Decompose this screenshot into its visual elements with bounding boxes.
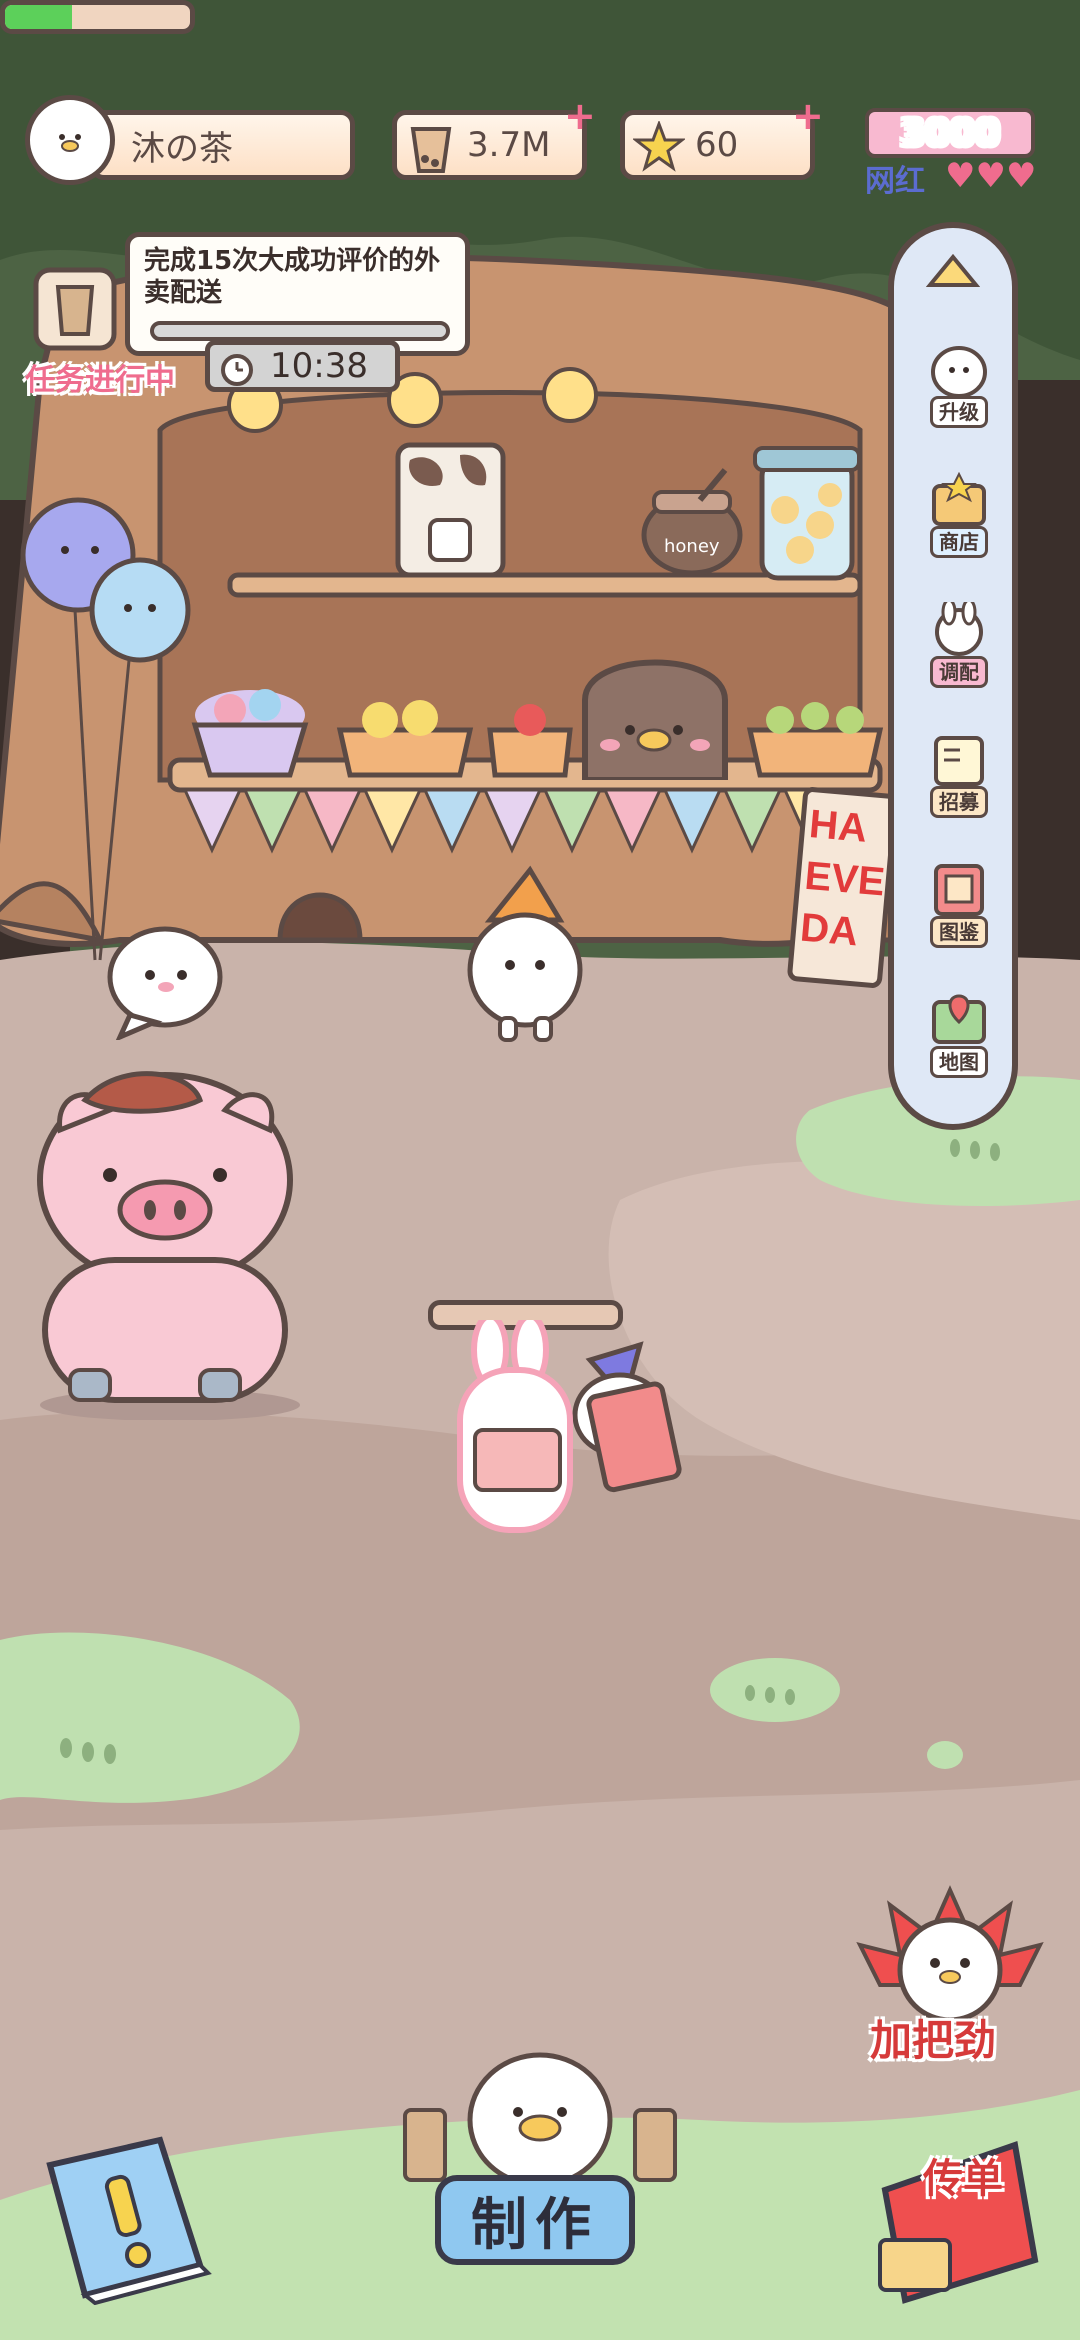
coins-value: 3.7M <box>467 125 551 165</box>
sidebar-item-label: 升级 <box>930 396 988 428</box>
banner-line-1: HA <box>807 801 869 851</box>
cheer-label: 加把劲 <box>870 2016 997 2065</box>
task-cup-icon[interactable] <box>28 262 123 357</box>
honey-label: honey <box>664 536 720 557</box>
bunny-delivery[interactable] <box>440 1320 700 1550</box>
star-icon <box>633 121 685 172</box>
sidebar-item-shop[interactable]: 商店 <box>914 468 1004 558</box>
add-coins-icon[interactable]: + <box>564 97 596 135</box>
map-icon <box>932 994 986 1044</box>
sidebar-item-map[interactable]: 地图 <box>914 988 1004 1078</box>
sidebar-item-label: 调配 <box>930 656 988 688</box>
collapse-up-icon[interactable] <box>926 253 980 289</box>
alarm-clock-icon <box>221 354 253 386</box>
shelf-items: honey <box>395 442 861 581</box>
sidebar-item-upgrade[interactable]: 升级 <box>914 338 1004 428</box>
player-name: 沐の茶 <box>131 128 233 169</box>
carrot-hat-ghost[interactable] <box>455 860 595 1050</box>
ghost-bubble[interactable] <box>100 925 230 1040</box>
flyer-button[interactable]: 传单 <box>865 2130 1045 2310</box>
sidebar-item-mix[interactable]: 调配 <box>914 598 1004 688</box>
side-menu: 升级 商店 调配 招募 图鉴 地图 <box>888 222 1018 1130</box>
flyer-label: 传单 <box>923 2156 1003 2202</box>
sidebar-item-label: 商店 <box>930 526 988 558</box>
task-card[interactable]: 完成15次大成功评价的外卖配送 <box>125 232 470 356</box>
make-label: 制作 <box>471 2192 599 2258</box>
game-scene: honey HA EVE DA 沐の茶 3.7M + 60 + 3000 网红 … <box>0 0 1080 2340</box>
player-name-panel[interactable]: 沐の茶 <box>90 110 355 180</box>
task-timer: 10:38 <box>205 340 400 392</box>
banner-line-2: EVE <box>802 853 887 905</box>
chef-progress-bar <box>0 0 195 34</box>
shop-icon <box>932 472 986 526</box>
guide-book-icon[interactable] <box>40 2135 220 2305</box>
recruit-icon <box>934 736 984 786</box>
duck-avatar-icon <box>46 116 94 164</box>
cheer-button[interactable]: 加把劲 <box>850 1885 1050 2075</box>
heart-icons: ♥♥♥ <box>945 156 1037 196</box>
promo-bottom: 网红 <box>865 164 925 199</box>
make-station-art <box>403 2052 677 2188</box>
fruit-baskets <box>191 689 884 778</box>
player-avatar[interactable] <box>25 95 115 185</box>
pig-character[interactable] <box>20 1070 310 1420</box>
sidebar-item-collection[interactable]: 图鉴 <box>914 858 1004 948</box>
promo-badge[interactable]: 3000 网红 ♥♥♥ <box>865 108 1040 203</box>
cheer-ghost-icon <box>856 1885 1044 2023</box>
task-status: 任务进行中 <box>25 363 175 398</box>
mix-icon <box>935 602 983 656</box>
task-progress-bar <box>150 321 450 341</box>
promo-top: 3000 <box>865 108 1035 158</box>
level-up-icon <box>931 346 987 396</box>
add-stars-icon[interactable]: + <box>792 97 824 135</box>
stars-panel[interactable]: 60 + <box>620 97 824 180</box>
sidebar-item-label: 招募 <box>930 786 988 818</box>
sidebar-item-label: 地图 <box>930 1046 988 1078</box>
sidebar-item-label: 图鉴 <box>930 916 988 948</box>
sidebar-item-recruit[interactable]: 招募 <box>914 728 1004 818</box>
happy-banner: HA EVE DA <box>786 786 899 989</box>
banner-line-3: DA <box>798 905 860 955</box>
chef-character <box>582 659 728 780</box>
coins-panel[interactable]: 3.7M + <box>392 97 596 180</box>
make-button[interactable]: 制作 <box>435 2175 635 2265</box>
collection-book-icon <box>934 864 984 916</box>
stars-value: 60 <box>695 125 739 165</box>
task-description: 完成15次大成功评价的外卖配送 <box>144 246 441 308</box>
chef-progress-fill <box>5 5 72 29</box>
milk-tea-icon <box>410 127 452 173</box>
task-timer-value: 10:38 <box>270 346 368 386</box>
